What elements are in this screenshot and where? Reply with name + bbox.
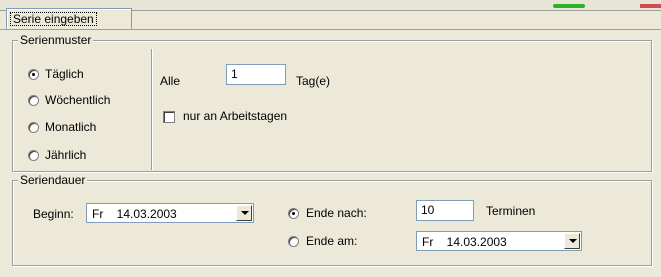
seriendauer-group [12, 180, 652, 266]
ende-nach-input[interactable]: 10 [416, 200, 474, 221]
radio-jaehrlich[interactable] [28, 150, 39, 161]
radio-label-ende-nach[interactable]: Ende nach: [306, 206, 367, 220]
radio-monatlich[interactable] [28, 122, 39, 133]
tab-serie-eingeben[interactable]: Serie eingeben [6, 8, 132, 29]
beginn-date-select[interactable]: Fr 14.03.2003 [86, 203, 254, 223]
beginn-dropdown-button[interactable] [236, 205, 252, 221]
radio-ende-am[interactable] [288, 236, 299, 247]
radio-woechentlich[interactable] [28, 95, 39, 106]
workdays-checkbox[interactable] [163, 111, 175, 123]
radio-label-ende-am[interactable]: Ende am: [306, 234, 357, 248]
green-indicator [553, 4, 585, 8]
radio-label-woechentlich[interactable]: Wöchentlich [45, 93, 110, 107]
ende-am-dropdown-button[interactable] [564, 233, 580, 249]
radio-label-taeglich[interactable]: Täglich [45, 67, 84, 81]
alle-label: Alle [160, 74, 181, 88]
radio-label-jaehrlich[interactable]: Jährlich [45, 148, 86, 162]
workdays-checkbox-label[interactable]: nur an Arbeitstagen [183, 109, 287, 123]
serienmuster-legend: Serienmuster [18, 33, 94, 47]
radio-ende-nach[interactable] [288, 208, 299, 219]
ende-am-date-select[interactable]: Fr 14.03.2003 [416, 231, 582, 251]
radio-taeglich[interactable] [28, 69, 39, 80]
serienmuster-separator [151, 49, 152, 170]
termine-label: Terminen [486, 204, 536, 218]
ende-am-date-value: Fr 14.03.2003 [422, 235, 507, 249]
radio-selected-dot [32, 73, 35, 76]
unit-label: Tag(e) [296, 74, 331, 88]
seriendauer-legend: Seriendauer [18, 173, 88, 187]
radio-selected-dot [292, 212, 295, 215]
beginn-date-value: Fr 14.03.2003 [92, 207, 177, 221]
radio-label-monatlich[interactable]: Monatlich [45, 120, 96, 134]
alle-input[interactable]: 1 [226, 64, 286, 85]
chevron-down-icon [569, 239, 577, 243]
chevron-down-icon [241, 211, 249, 215]
red-indicator [640, 4, 661, 8]
tab-label: Serie eingeben [10, 12, 97, 26]
beginn-label: Beginn: [33, 207, 74, 221]
